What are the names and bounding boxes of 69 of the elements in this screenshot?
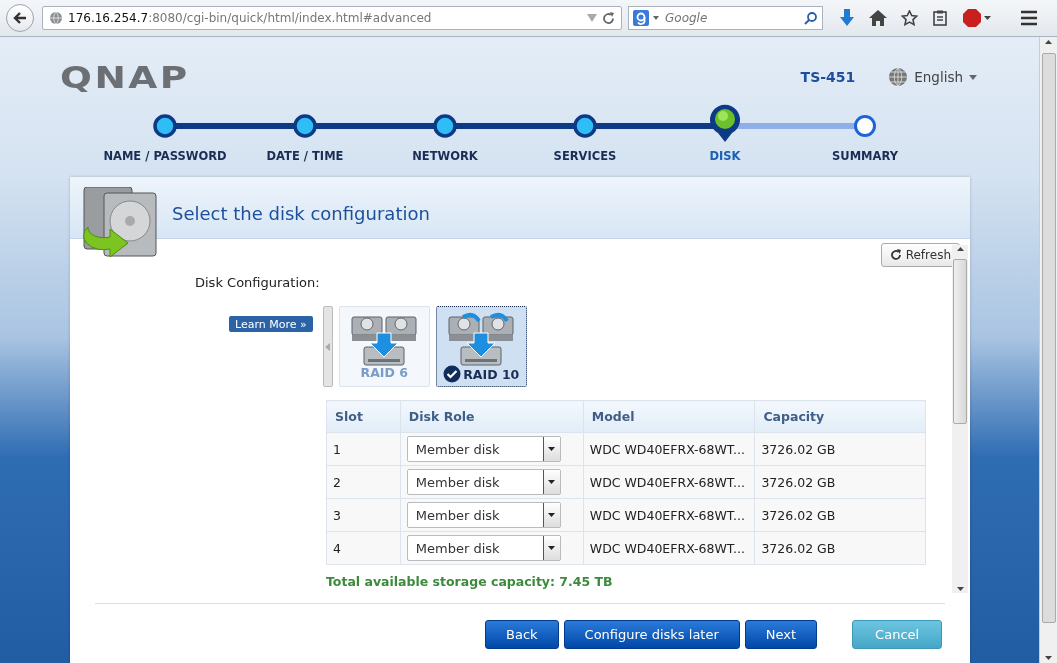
panel-title: Select the disk configuration: [172, 203, 430, 224]
caret-icon: [548, 513, 556, 517]
raid-option[interactable]: RAID 10: [435, 306, 527, 387]
column-header: Slot: [326, 400, 401, 433]
menu-icon[interactable]: [1020, 10, 1038, 26]
page-scrollbar[interactable]: [1039, 37, 1057, 663]
scroll-down-icon[interactable]: [956, 587, 964, 591]
wizard-button[interactable]: Back: [485, 620, 559, 649]
refresh-button[interactable]: Refresh: [880, 243, 960, 267]
column-header: Disk Role: [400, 400, 584, 433]
model-name: TS-451: [800, 69, 856, 85]
reload-icon[interactable]: [602, 11, 615, 25]
table-cell: 1: [326, 432, 401, 466]
column-header: Capacity: [754, 400, 926, 433]
column-header: Model: [583, 400, 755, 433]
clipboard-icon[interactable]: [932, 10, 948, 26]
table-cell: 3726.02 GB: [754, 465, 926, 499]
step-label: SERVICES: [553, 149, 617, 163]
learn-more-button[interactable]: Learn More »: [229, 316, 313, 332]
table-cell: WDC WD40EFRX-68WT...: [583, 432, 755, 466]
download-icon[interactable]: [839, 9, 855, 27]
total-capacity-text: Total available storage capacity: 7.45 TB: [326, 574, 614, 589]
scroll-up-icon[interactable]: [1045, 40, 1052, 44]
left-arrow-icon: [325, 342, 331, 351]
step-label: DATE / TIME: [266, 149, 344, 163]
globe-icon: [49, 11, 63, 25]
disk-role-dropdown[interactable]: Member disk: [406, 502, 561, 528]
back-arrow-icon: [13, 11, 27, 25]
step-label: SUMMARY: [832, 149, 898, 163]
caret-icon: [548, 447, 556, 451]
disk-role-dropdown[interactable]: Member disk: [406, 436, 561, 462]
caret-icon: [548, 546, 556, 550]
field-label: Disk Configuration:: [195, 275, 321, 290]
table-cell: 3726.02 GB: [754, 498, 926, 532]
star-icon[interactable]: [901, 10, 918, 26]
globe-icon: [888, 67, 909, 87]
url-text: 176.16.254.7:8080/cgi-bin/quick/html/index.html#advanced: [68, 11, 433, 25]
table-cell: 3: [326, 498, 401, 532]
search-field[interactable]: Google: [628, 6, 823, 30]
back-button[interactable]: [6, 4, 34, 32]
step-label: NAME / PASSWORD: [103, 149, 227, 163]
refresh-icon: [889, 249, 902, 261]
scroll-up-icon[interactable]: [956, 247, 964, 251]
address-bar[interactable]: 176.16.254.7:8080/cgi-bin/quick/html/index.html#advanced: [42, 6, 622, 30]
adblock-icon[interactable]: [962, 8, 992, 28]
disk-role-dropdown[interactable]: Member disk: [406, 535, 561, 561]
scroll-down-icon[interactable]: [1045, 656, 1052, 660]
language-menu[interactable]: English: [888, 67, 977, 87]
table-cell: 3726.02 GB: [754, 531, 926, 565]
home-icon[interactable]: [869, 10, 887, 26]
search-icon[interactable]: [804, 11, 818, 25]
logo: QNAP: [60, 59, 190, 95]
caret-icon: [548, 480, 556, 484]
search-engine-icon[interactable]: [633, 10, 661, 26]
step-label: NETWORK: [412, 149, 478, 163]
scrollbar[interactable]: [952, 245, 968, 593]
table-cell: 2: [326, 465, 401, 499]
table-cell: WDC WD40EFRX-68WT...: [583, 465, 755, 499]
table-cell: 4: [326, 531, 401, 565]
table-cell: WDC WD40EFRX-68WT...: [583, 498, 755, 532]
wizard-button[interactable]: Next: [744, 620, 818, 649]
table-cell: 3726.02 GB: [754, 432, 926, 466]
check-icon: [443, 365, 462, 383]
hard-drive-icon: [82, 187, 160, 257]
table-cell: WDC WD40EFRX-68WT...: [583, 531, 755, 565]
step-label: DISK: [709, 149, 741, 163]
wizard-button[interactable]: Configure disks later: [563, 620, 740, 649]
caret-icon: [969, 74, 977, 80]
disk-role-dropdown[interactable]: Member disk: [406, 469, 561, 495]
